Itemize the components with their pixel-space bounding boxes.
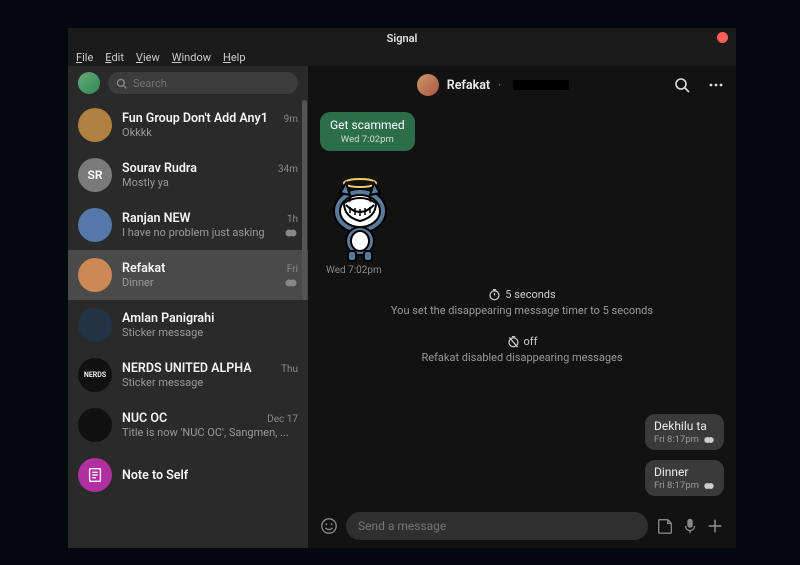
conversation-list: Fun Group Don't Add Any1 9m Okkkk SR Sourav … bbox=[68, 100, 308, 548]
message-list: Get scammed Wed 7:02pm bbox=[308, 104, 736, 504]
conversation-name: Refakat bbox=[122, 261, 165, 276]
sidebar: Fun Group Don't Add Any1 9m Okkkk SR Sourav … bbox=[68, 66, 308, 548]
conversation-name: NUC OC bbox=[122, 411, 167, 426]
conversation-preview: Sticker message bbox=[122, 326, 203, 339]
conversation-preview: Sticker message bbox=[122, 376, 203, 389]
read-receipt-icon bbox=[703, 435, 715, 445]
conversation-time: 9m bbox=[284, 114, 298, 125]
conversation-item[interactable]: Ranjan NEW 1h I have no problem just askin… bbox=[68, 200, 308, 250]
conversation-name: Amlan Panigrahi bbox=[122, 311, 214, 326]
search-icon bbox=[116, 78, 127, 89]
conversation-name: Note to Self bbox=[122, 468, 188, 483]
read-receipt-icon bbox=[284, 228, 298, 238]
message-text: Dekhilu ta bbox=[654, 419, 715, 433]
conversation-time: 1h bbox=[287, 214, 298, 225]
chat-search-button[interactable] bbox=[674, 77, 690, 93]
conversation-name: Fun Group Don't Add Any1 bbox=[122, 111, 268, 126]
conversation-preview: Okkkk bbox=[122, 126, 152, 139]
conversation-avatar bbox=[78, 308, 112, 342]
conversation-name: Ranjan NEW bbox=[122, 211, 191, 226]
conversation-time: Fri bbox=[287, 264, 298, 275]
conversation-item[interactable]: Note to Self bbox=[68, 450, 308, 500]
titlebar: Signal bbox=[68, 28, 736, 48]
conversation-item[interactable]: Fun Group Don't Add Any1 9m Okkkk bbox=[68, 100, 308, 150]
menu-help[interactable]: Help bbox=[223, 51, 246, 64]
system-line1: 5 seconds bbox=[505, 288, 555, 301]
conversation-avatar bbox=[78, 458, 112, 492]
conversation-item[interactable]: Refakat Fri Dinner bbox=[68, 250, 308, 300]
system-line2: Refakat disabled disappearing messages bbox=[320, 351, 724, 364]
composer bbox=[308, 504, 736, 548]
read-receipt-icon bbox=[284, 278, 298, 288]
outgoing-message[interactable]: Get scammed Wed 7:02pm bbox=[320, 112, 415, 151]
system-line1: off bbox=[524, 335, 538, 348]
search-box[interactable] bbox=[108, 72, 298, 94]
chat-subtitle-separator: · bbox=[498, 78, 501, 92]
signal-window: Signal File Edit View Window Help Fun Gr… bbox=[68, 28, 736, 548]
conversation-item[interactable]: Amlan PanigrahiSticker message bbox=[68, 300, 308, 350]
sticker-button[interactable] bbox=[656, 517, 674, 535]
conversation-preview: Mostly ya bbox=[122, 176, 169, 189]
conversation-avatar bbox=[78, 108, 112, 142]
timer-off-icon bbox=[507, 335, 520, 348]
sticker-cat-image bbox=[320, 163, 400, 263]
conversation-preview: I have no problem just asking bbox=[122, 226, 265, 239]
attach-button[interactable] bbox=[706, 517, 724, 535]
message-time: Wed 7:02pm bbox=[330, 134, 405, 145]
system-line2: You set the disappearing message timer t… bbox=[320, 304, 724, 317]
conversation-time: 34m bbox=[278, 164, 298, 175]
conversation-avatar bbox=[78, 258, 112, 292]
conversation-avatar bbox=[78, 208, 112, 242]
sticker-time: Wed 7:02pm bbox=[320, 265, 400, 276]
conversation-time: Thu bbox=[281, 364, 298, 375]
conversation-name: Sourav Rudra bbox=[122, 161, 197, 176]
my-avatar[interactable] bbox=[78, 72, 100, 94]
message-time: Fri 8:17pm bbox=[654, 434, 699, 445]
read-receipt-icon bbox=[703, 481, 715, 491]
conversation-preview: Dinner bbox=[122, 276, 154, 289]
conversation-item[interactable]: NUC OC Dec 17Title is now 'NUC OC', Sangm… bbox=[68, 400, 308, 450]
conversation-avatar bbox=[78, 408, 112, 442]
compose-box[interactable] bbox=[346, 512, 648, 540]
chat-more-button[interactable] bbox=[708, 77, 724, 93]
chat-contact-avatar[interactable] bbox=[417, 74, 439, 96]
search-input[interactable] bbox=[133, 77, 290, 90]
menubar: File Edit View Window Help bbox=[68, 48, 736, 66]
chat-subtitle-redacted bbox=[513, 80, 569, 90]
conversation-time: Dec 17 bbox=[267, 414, 298, 425]
compose-input[interactable] bbox=[358, 519, 636, 533]
chat-pane: Refakat · Get scammed Wed 7:02pm bbox=[308, 66, 736, 548]
message-text: Dinner bbox=[654, 465, 715, 479]
voice-message-button[interactable] bbox=[682, 517, 698, 535]
conversation-preview: Title is now 'NUC OC', Sangmen, ... bbox=[122, 426, 289, 439]
menu-file[interactable]: File bbox=[76, 51, 93, 64]
conversation-avatar: SR bbox=[78, 158, 112, 192]
chat-contact-name[interactable]: Refakat bbox=[447, 78, 490, 93]
incoming-message[interactable]: Dekhilu ta Fri 8:17pm bbox=[645, 414, 724, 450]
sidebar-scrollbar[interactable] bbox=[302, 100, 307, 300]
menu-window[interactable]: Window bbox=[172, 51, 211, 64]
conversation-avatar: NERDS bbox=[78, 358, 112, 392]
emoji-button[interactable] bbox=[320, 517, 338, 535]
window-title: Signal bbox=[387, 32, 418, 45]
message-time: Fri 8:17pm bbox=[654, 480, 699, 491]
conversation-name: NERDS UNITED ALPHA bbox=[122, 361, 252, 376]
incoming-message[interactable]: Dinner Fri 8:17pm bbox=[645, 460, 724, 496]
conversation-item[interactable]: SR Sourav Rudra 34m Mostly ya bbox=[68, 150, 308, 200]
timer-icon bbox=[488, 288, 501, 301]
menu-view[interactable]: View bbox=[136, 51, 160, 64]
conversation-item[interactable]: NERDS NERDS UNITED ALPHA Thu Sticker messag… bbox=[68, 350, 308, 400]
menu-edit[interactable]: Edit bbox=[105, 51, 124, 64]
message-text: Get scammed bbox=[330, 118, 405, 132]
sticker-message[interactable]: Wed 7:02pm bbox=[320, 163, 400, 276]
close-window-button[interactable] bbox=[717, 32, 728, 43]
system-message-timer-set: 5 seconds You set the disappearing messa… bbox=[320, 288, 724, 317]
chat-header: Refakat · bbox=[308, 66, 736, 104]
system-message-timer-off: off Refakat disabled disappearing messag… bbox=[320, 335, 724, 364]
